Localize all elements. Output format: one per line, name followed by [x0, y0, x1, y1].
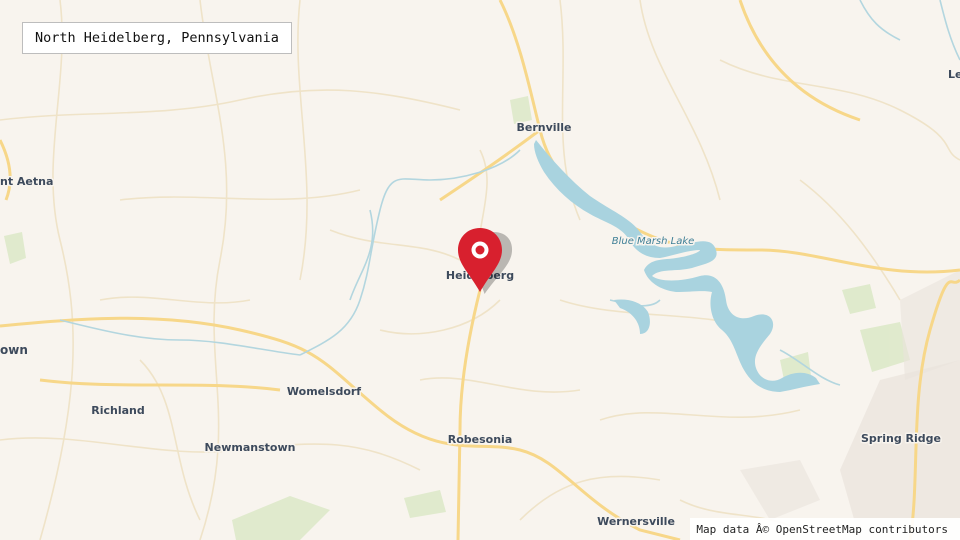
- place-label-womelsdorf: Womelsdorf: [287, 385, 361, 398]
- map-attribution[interactable]: Map data Â© OpenStreetMap contributors: [690, 518, 960, 540]
- place-label-town-left: own: [0, 343, 28, 357]
- place-label-spring-ridge: Spring Ridge: [861, 432, 941, 445]
- place-label-blue-marsh-lake: Blue Marsh Lake: [612, 236, 695, 247]
- place-label-lee-edge: Le: [948, 68, 960, 81]
- place-label-bernville: Bernville: [516, 121, 571, 134]
- place-label-richland: Richland: [91, 404, 145, 417]
- place-label-mount-aetna: nt Aetna: [0, 175, 53, 188]
- place-label-wernersville: Wernersville: [597, 515, 675, 528]
- place-label-robesonia: Robesonia: [448, 433, 513, 446]
- place-label-newmanstown: Newmanstown: [205, 441, 296, 454]
- map-canvas[interactable]: Bernville nt Aetna Heidelberg Blue Marsh…: [0, 0, 960, 540]
- location-title: North Heidelberg, Pennsylvania: [22, 22, 292, 54]
